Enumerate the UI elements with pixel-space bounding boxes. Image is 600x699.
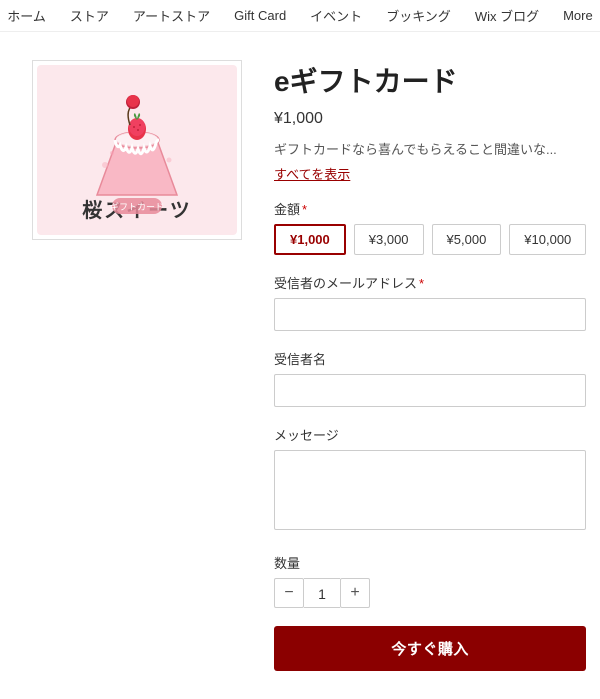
quantity-label: 数量 [274, 553, 586, 572]
nav-item-more[interactable]: More [563, 8, 593, 23]
product-price: ¥1,000 [274, 110, 586, 128]
svg-text:ギフトカード: ギフトカード [110, 202, 164, 212]
recipient-name-input[interactable] [274, 374, 586, 407]
main-content: 桜スイーツ ギフトカード eギフトカード ¥1,000 ギフトカードなら喜んでも… [0, 32, 600, 699]
amount-label: 金額* [274, 199, 586, 218]
recipient-email-input[interactable] [274, 298, 586, 331]
quantity-decrease-button[interactable]: − [274, 578, 304, 608]
nav-item-blog[interactable]: Wix ブログ [475, 6, 539, 25]
nav-item-events[interactable]: イベント [310, 6, 362, 25]
amount-btn-1000[interactable]: ¥1,000 [274, 224, 346, 255]
message-input[interactable] [274, 450, 586, 530]
show-all-link[interactable]: すべてを表示 [274, 164, 350, 183]
nav-item-home[interactable]: ホーム [7, 6, 46, 25]
amount-btn-10000[interactable]: ¥10,000 [509, 224, 586, 255]
quantity-value: 1 [304, 578, 340, 608]
product-description: ギフトカードなら喜んでもらえること間違いな... [274, 140, 586, 160]
amount-btn-3000[interactable]: ¥3,000 [354, 224, 424, 255]
main-nav: ホーム ストア アートストア Gift Card イベント ブッキング Wix … [0, 0, 600, 32]
message-label: メッセージ [274, 425, 586, 444]
amount-btn-5000[interactable]: ¥5,000 [432, 224, 502, 255]
buy-now-button[interactable]: 今すぐ購入 [274, 626, 586, 671]
nav-item-store[interactable]: ストア [70, 6, 109, 25]
amount-options: ¥1,000 ¥3,000 ¥5,000 ¥10,000 [274, 224, 586, 255]
quantity-stepper: − 1 + [274, 578, 586, 608]
nav-item-booking[interactable]: ブッキング [386, 6, 451, 25]
nav-item-artstore[interactable]: アートストア [133, 6, 210, 25]
gift-card-illustration: 桜スイーツ ギフトカード [37, 65, 237, 235]
recipient-name-label: 受信者名 [274, 349, 586, 368]
product-title: eギフトカード [274, 60, 586, 100]
recipient-email-label: 受信者のメールアドレス* [274, 273, 586, 292]
quantity-increase-button[interactable]: + [340, 578, 370, 608]
product-details: eギフトカード ¥1,000 ギフトカードなら喜んでもらえること間違いな... … [274, 60, 586, 671]
product-image: 桜スイーツ ギフトカード [32, 60, 242, 240]
nav-item-giftcard[interactable]: Gift Card [234, 8, 286, 23]
